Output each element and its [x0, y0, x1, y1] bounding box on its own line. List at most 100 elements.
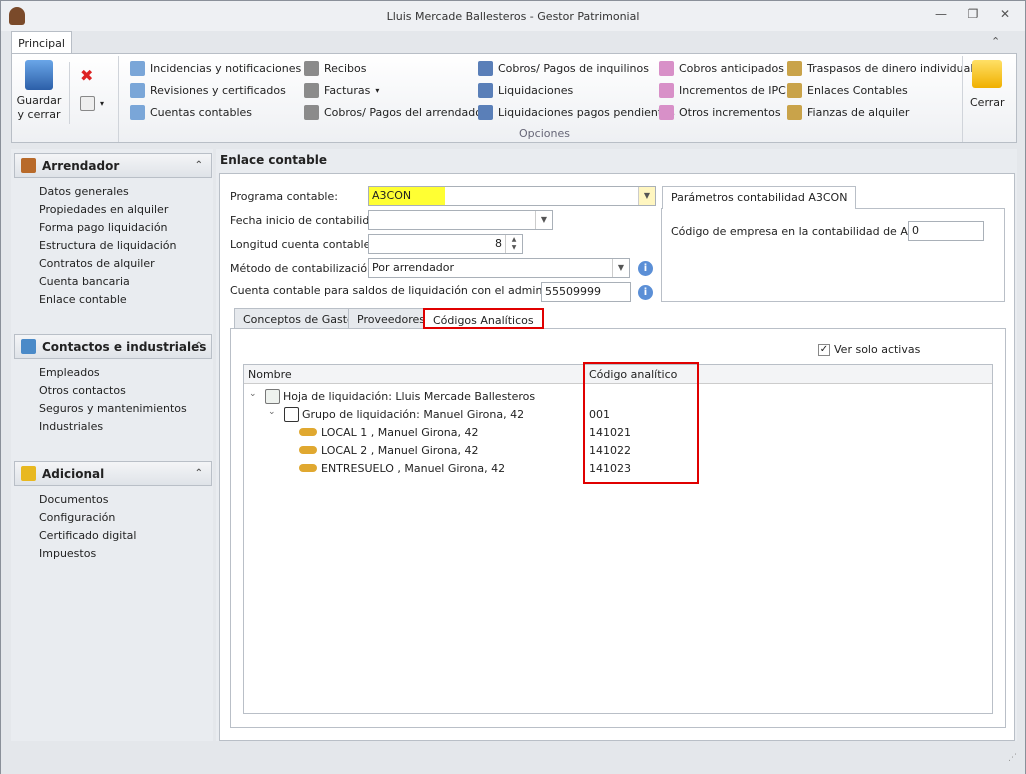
annotation-highlight-box — [583, 362, 699, 484]
ribbon-item-icon — [659, 105, 674, 120]
info-icon[interactable]: i — [638, 261, 653, 276]
ribbon-item-revisiones-y-certificados[interactable]: Revisiones y certificados — [130, 83, 286, 98]
ribbon-item-traspasos-de-dinero-individual[interactable]: Traspasos de dinero individual — [787, 61, 973, 76]
sidebar-item[interactable]: Certificado digital — [39, 529, 136, 542]
programa-contable-select[interactable]: A3CON ▼ — [368, 186, 656, 206]
sidebar-item[interactable]: Forma pago liquidación — [39, 221, 168, 234]
metodo-select[interactable]: Por arrendador ▼ — [368, 258, 630, 278]
sidebar-group-arrendador[interactable]: Arrendador ⌃ — [14, 153, 212, 178]
page-title: Enlace contable — [220, 153, 327, 167]
sidebar-item[interactable]: Enlace contable — [39, 293, 127, 306]
row-name: Grupo de liquidación: Manuel Girona, 42 — [302, 408, 525, 421]
close-button[interactable]: Cerrar — [970, 60, 1005, 109]
save-close-button[interactable]: Guardar y cerrar — [16, 60, 62, 122]
ribbon-item-incrementos-de-ipc[interactable]: Incrementos de IPC — [659, 83, 786, 98]
cuenta-label: Cuenta contable para saldos de liquidaci… — [230, 284, 586, 297]
floppy-disk-icon — [25, 60, 53, 90]
ribbon-item-cobros-pagos-de-inquilinos[interactable]: Cobros/ Pagos de inquilinos — [478, 61, 649, 76]
ver-solo-activas-checkbox[interactable]: ✓ Ver solo activas — [818, 343, 920, 356]
ribbon-item-otros-incrementos[interactable]: Otros incrementos — [659, 105, 781, 120]
resize-grip-icon[interactable]: ⋰ — [1008, 753, 1017, 763]
sidebar-item[interactable]: Datos generales — [39, 185, 129, 198]
row-name: ENTRESUELO , Manuel Girona, 42 — [321, 462, 506, 475]
tab-codigos-analiticos[interactable]: Códigos Analíticos — [423, 308, 544, 329]
info-icon[interactable]: i — [638, 285, 653, 300]
enlace-contable-form: Programa contable: A3CON ▼ Fecha inicio d… — [219, 173, 1015, 741]
ribbon-item-cobros-pagos-del-arrendador[interactable]: Cobros/ Pagos del arrendador — [304, 105, 487, 120]
ribbon-item-incidencias-y-notificaciones[interactable]: Incidencias y notificaciones — [130, 61, 301, 76]
delete-icon[interactable]: ✖ — [80, 66, 93, 85]
sidebar-group-adicional[interactable]: Adicional ⌃ — [14, 461, 212, 486]
chevron-up-icon[interactable]: ⌃ — [195, 468, 203, 479]
column-header-nombre[interactable]: Nombre — [248, 368, 292, 381]
sidebar-item[interactable]: Estructura de liquidación — [39, 239, 176, 252]
row-name: LOCAL 2 , Manuel Girona, 42 — [321, 444, 479, 457]
ribbon-item-icon — [787, 105, 802, 120]
chevron-up-icon[interactable]: ⌃ — [195, 160, 203, 171]
chevron-down-icon[interactable]: ▼ — [612, 259, 629, 277]
tab-conceptos-gasto[interactable]: Conceptos de Gasto — [234, 308, 363, 329]
ribbon-item-cuentas-contables[interactable]: Cuentas contables — [130, 105, 252, 120]
ribbon-item-fianzas-de-alquiler[interactable]: Fianzas de alquiler — [787, 105, 909, 120]
tab-parametros[interactable]: Parámetros contabilidad A3CON — [662, 186, 857, 209]
sidebar-item[interactable]: Otros contactos — [39, 384, 126, 397]
window-title: Lluis Mercade Ballesteros - Gestor Patri… — [386, 10, 640, 23]
ribbon-item-liquidaciones-pagos-pendientes[interactable]: Liquidaciones pagos pendientes — [478, 105, 675, 120]
sidebar-item[interactable]: Industriales — [39, 420, 103, 433]
codigo-empresa-field[interactable]: 0 — [908, 221, 984, 241]
sidebar-item[interactable]: Empleados — [39, 366, 100, 379]
close-window-button[interactable]: ✕ — [995, 7, 1015, 23]
chevron-down-icon[interactable]: ▼ — [535, 211, 552, 229]
sidebar-item[interactable]: Seguros y mantenimientos — [39, 402, 187, 415]
chevron-down-icon[interactable]: ⌄ — [268, 407, 276, 417]
ribbon-tab-principal[interactable]: Principal — [11, 31, 72, 54]
view-menu-button[interactable]: ▾ — [80, 96, 104, 111]
sidebar-item[interactable]: Configuración — [39, 511, 115, 524]
row-name: Hoja de liquidación: Lluis Mercade Balle… — [283, 390, 536, 403]
longitud-stepper[interactable]: 8 ▲ ▼ — [368, 234, 523, 254]
ribbon-group-label: Opciones — [519, 127, 570, 140]
metodo-label: Método de contabilización: — [230, 262, 378, 275]
sidebar-item[interactable]: Documentos — [39, 493, 108, 506]
ribbon-item-recibos[interactable]: Recibos — [304, 61, 366, 76]
app-window: Lluis Mercade Ballesteros - Gestor Patri… — [0, 0, 1026, 774]
tab-proveedores[interactable]: Proveedores — [348, 308, 434, 329]
ribbon-item-cobros-anticipados[interactable]: Cobros anticipados — [659, 61, 784, 76]
grid-icon — [80, 96, 95, 111]
minimize-button[interactable]: — — [931, 7, 951, 23]
spin-icon[interactable]: ▲ ▼ — [505, 235, 522, 253]
chevron-down-icon[interactable]: ▾ — [375, 86, 379, 95]
sheet-icon — [265, 389, 280, 404]
ribbon-item-icon — [130, 83, 145, 98]
tab-content: ✓ Ver solo activas Nombre Código analíti… — [230, 328, 1006, 728]
ribbon-item-icon — [478, 61, 493, 76]
ribbon-item-icon — [787, 83, 802, 98]
ribbon-item-icon — [304, 61, 319, 76]
sidebar-item[interactable]: Propiedades en alquiler — [39, 203, 168, 216]
ribbon-item-icon — [304, 83, 319, 98]
sidebar-item[interactable]: Cuenta bancaria — [39, 275, 130, 288]
ribbon-item-liquidaciones[interactable]: Liquidaciones — [478, 83, 573, 98]
ribbon-item-enlaces-contables[interactable]: Enlaces Contables — [787, 83, 908, 98]
fecha-inicio-field[interactable]: ▼ — [368, 210, 553, 230]
key-icon — [299, 464, 317, 472]
ribbon-item-icon — [478, 83, 493, 98]
ribbon-item-facturas[interactable]: Facturas ▾ — [304, 83, 379, 98]
chevron-down-icon[interactable]: ⌄ — [249, 389, 257, 399]
chevron-up-icon[interactable]: ⌃ — [195, 341, 203, 352]
ribbon-item-icon — [304, 105, 319, 120]
ribbon-item-icon — [130, 105, 145, 120]
sidebar: Arrendador ⌃ Datos generales Propiedades en… — [11, 149, 213, 741]
sidebar-item[interactable]: Contratos de alquiler — [39, 257, 155, 270]
restore-button[interactable]: ❐ — [963, 7, 983, 23]
cuenta-saldos-field[interactable]: 55509999 — [541, 282, 631, 302]
sidebar-item[interactable]: Impuestos — [39, 547, 96, 560]
clipboard-icon — [284, 407, 299, 422]
ribbon-collapse-icon[interactable]: ⌃ — [991, 35, 1000, 48]
group-icon — [21, 158, 36, 173]
checkbox-checked-icon[interactable]: ✓ — [818, 343, 830, 356]
empresa-label: Código de empresa en la contabilidad de … — [671, 225, 940, 238]
sidebar-group-contactos-e-industriales[interactable]: Contactos e industriales ⌃ — [14, 334, 212, 359]
chevron-down-icon[interactable]: ▼ — [638, 187, 655, 205]
fecha-label: Fecha inicio de contabilidad: — [230, 214, 387, 227]
